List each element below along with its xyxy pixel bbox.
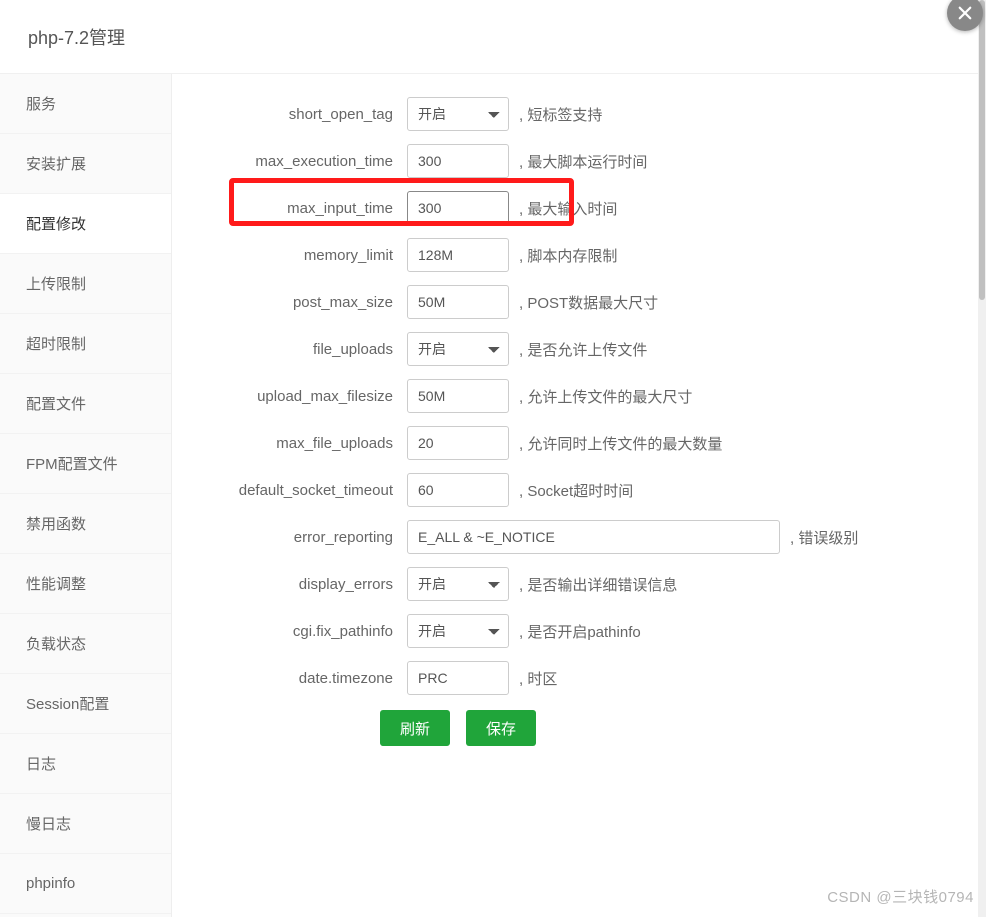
row-max-file-uploads: max_file_uploads , 允许同时上传文件的最大数量 <box>202 425 948 461</box>
sidebar-item-load-status[interactable]: 负载状态 <box>0 614 171 674</box>
refresh-button[interactable]: 刷新 <box>380 710 450 746</box>
sidebar-item-fpm-config-file[interactable]: FPM配置文件 <box>0 434 171 494</box>
row-cgi-fix-pathinfo: cgi.fix_pathinfo 开启 , 是否开启pathinfo <box>202 613 948 649</box>
sidebar-item-disabled-funcs[interactable]: 禁用函数 <box>0 494 171 554</box>
sidebar-item-label: 性能调整 <box>26 573 86 594</box>
field-desc: , 是否开启pathinfo <box>519 621 641 642</box>
default-socket-timeout-input[interactable] <box>407 473 509 507</box>
close-icon <box>956 4 974 22</box>
field-desc: , 是否允许上传文件 <box>519 339 647 360</box>
save-button[interactable]: 保存 <box>466 710 536 746</box>
file-uploads-select[interactable]: 开启 <box>407 332 509 366</box>
row-date-timezone: date.timezone , 时区 <box>202 660 948 696</box>
sidebar: 服务 安装扩展 配置修改 上传限制 超时限制 配置文件 FPM配置文件 禁用函数… <box>0 74 172 917</box>
row-file-uploads: file_uploads 开启 , 是否允许上传文件 <box>202 331 948 367</box>
field-label: file_uploads <box>202 341 407 358</box>
sidebar-item-label: Session配置 <box>26 693 109 714</box>
sidebar-item-label: 负载状态 <box>26 633 86 654</box>
field-label: display_errors <box>202 576 407 593</box>
row-display-errors: display_errors 开启 , 是否输出详细错误信息 <box>202 566 948 602</box>
sidebar-item-label: phpinfo <box>26 875 75 892</box>
display-errors-select[interactable]: 开启 <box>407 567 509 601</box>
upload-max-filesize-input[interactable] <box>407 379 509 413</box>
sidebar-item-label: 配置修改 <box>26 213 86 234</box>
sidebar-item-install-ext[interactable]: 安装扩展 <box>0 134 171 194</box>
row-memory-limit: memory_limit , 脚本内存限制 <box>202 237 948 273</box>
row-error-reporting: error_reporting , 错误级别 <box>202 519 948 555</box>
row-default-socket-timeout: default_socket_timeout , Socket超时时间 <box>202 472 948 508</box>
sidebar-item-label: 日志 <box>26 753 56 774</box>
row-short-open-tag: short_open_tag 开启 , 短标签支持 <box>202 96 948 132</box>
button-row: 刷新 保存 <box>380 710 948 746</box>
sidebar-item-label: 慢日志 <box>26 813 71 834</box>
field-label: short_open_tag <box>202 106 407 123</box>
field-label: upload_max_filesize <box>202 388 407 405</box>
field-desc: , 最大输入时间 <box>519 198 617 219</box>
post-max-size-input[interactable] <box>407 285 509 319</box>
sidebar-item-phpinfo[interactable]: phpinfo <box>0 854 171 914</box>
field-label: error_reporting <box>202 529 407 546</box>
sidebar-item-label: 配置文件 <box>26 393 86 414</box>
field-desc: , 错误级别 <box>790 527 858 548</box>
sidebar-item-label: FPM配置文件 <box>26 453 118 474</box>
sidebar-item-session-config[interactable]: Session配置 <box>0 674 171 734</box>
field-label: default_socket_timeout <box>202 482 407 499</box>
field-desc: , POST数据最大尺寸 <box>519 292 658 313</box>
field-label: date.timezone <box>202 670 407 687</box>
max-input-time-input[interactable] <box>407 191 509 225</box>
date-timezone-input[interactable] <box>407 661 509 695</box>
field-label: max_file_uploads <box>202 435 407 452</box>
row-upload-max-filesize: upload_max_filesize , 允许上传文件的最大尺寸 <box>202 378 948 414</box>
field-desc: , 短标签支持 <box>519 104 602 125</box>
sidebar-item-performance[interactable]: 性能调整 <box>0 554 171 614</box>
field-desc: , Socket超时时间 <box>519 480 633 501</box>
sidebar-item-config-edit[interactable]: 配置修改 <box>0 194 171 254</box>
field-label: memory_limit <box>202 247 407 264</box>
dialog-body: 服务 安装扩展 配置修改 上传限制 超时限制 配置文件 FPM配置文件 禁用函数… <box>0 74 978 917</box>
max-file-uploads-input[interactable] <box>407 426 509 460</box>
sidebar-item-service[interactable]: 服务 <box>0 74 171 134</box>
main-panel: short_open_tag 开启 , 短标签支持 max_execution_… <box>172 74 978 917</box>
row-max-execution-time: max_execution_time , 最大脚本运行时间 <box>202 143 948 179</box>
max-execution-time-input[interactable] <box>407 144 509 178</box>
scrollbar[interactable] <box>978 0 986 917</box>
error-reporting-input[interactable] <box>407 520 780 554</box>
short-open-tag-select[interactable]: 开启 <box>407 97 509 131</box>
field-label: max_execution_time <box>202 153 407 170</box>
sidebar-item-config-file[interactable]: 配置文件 <box>0 374 171 434</box>
field-desc: , 是否输出详细错误信息 <box>519 574 677 595</box>
sidebar-item-label: 服务 <box>26 93 56 114</box>
field-label: max_input_time <box>202 200 407 217</box>
sidebar-item-label: 超时限制 <box>26 333 86 354</box>
row-max-input-time: max_input_time , 最大输入时间 <box>202 190 948 226</box>
field-desc: , 允许同时上传文件的最大数量 <box>519 433 722 454</box>
field-label: cgi.fix_pathinfo <box>202 623 407 640</box>
field-desc: , 脚本内存限制 <box>519 245 617 266</box>
sidebar-item-label: 禁用函数 <box>26 513 86 534</box>
field-desc: , 允许上传文件的最大尺寸 <box>519 386 692 407</box>
row-post-max-size: post_max_size , POST数据最大尺寸 <box>202 284 948 320</box>
sidebar-item-upload-limit[interactable]: 上传限制 <box>0 254 171 314</box>
sidebar-item-slow-log[interactable]: 慢日志 <box>0 794 171 854</box>
sidebar-item-log[interactable]: 日志 <box>0 734 171 794</box>
cgi-fix-pathinfo-select[interactable]: 开启 <box>407 614 509 648</box>
dialog-title: php-7.2管理 <box>0 0 978 74</box>
sidebar-item-timeout-limit[interactable]: 超时限制 <box>0 314 171 374</box>
memory-limit-input[interactable] <box>407 238 509 272</box>
field-label: post_max_size <box>202 294 407 311</box>
field-desc: , 时区 <box>519 668 557 689</box>
sidebar-item-label: 安装扩展 <box>26 153 86 174</box>
sidebar-item-label: 上传限制 <box>26 273 86 294</box>
dialog: php-7.2管理 服务 安装扩展 配置修改 上传限制 超时限制 配置文件 FP… <box>0 0 978 917</box>
field-desc: , 最大脚本运行时间 <box>519 151 647 172</box>
